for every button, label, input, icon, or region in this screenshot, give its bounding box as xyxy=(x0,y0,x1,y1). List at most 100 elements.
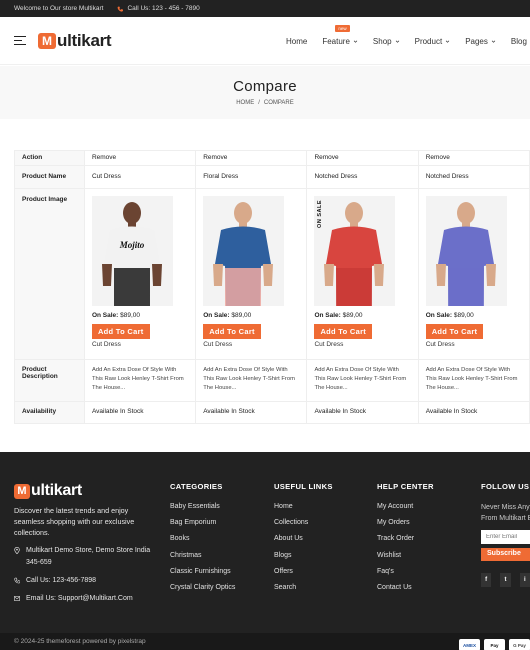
footer-help-link[interactable]: Faq's xyxy=(377,568,434,584)
remove-button[interactable]: Remove xyxy=(426,154,522,161)
product-name[interactable]: Notched Dress xyxy=(426,173,522,180)
instagram-icon[interactable]: i xyxy=(519,573,530,587)
compare-cell: Remove xyxy=(195,150,308,166)
nav-feature[interactable]: new Feature xyxy=(322,24,358,46)
remove-button[interactable]: Remove xyxy=(203,154,299,161)
footer-category-link[interactable]: Books xyxy=(170,535,235,551)
newsletter-email-input[interactable] xyxy=(481,530,530,544)
footer-useful-links: USEFUL LINKS Home Collections About Us Blog… xyxy=(274,482,333,600)
compare-table: Action Remove Remove Remove Remove Product Na… xyxy=(14,150,530,424)
product-variant: Cut Dress xyxy=(425,341,455,348)
footer-help-center: HELP CENTER My Account My Orders Track Ord… xyxy=(377,482,434,600)
add-to-cart-button[interactable]: Add To Cart xyxy=(425,324,484,339)
breadcrumb-current: COMPARE xyxy=(263,100,294,106)
remove-button[interactable]: Remove xyxy=(314,154,410,161)
footer-help-link[interactable]: My Account xyxy=(377,503,434,519)
nav-product[interactable]: Product xyxy=(415,37,451,46)
compare-cell: Add An Extra Dose Of Style With This Raw… xyxy=(417,359,530,402)
add-to-cart-wrapper: Add To Cart xyxy=(425,319,522,339)
nav-home-label: Home xyxy=(286,36,308,46)
compare-table-wrapper: Action Remove Remove Remove Remove Product Na… xyxy=(14,150,530,424)
menu-icon[interactable] xyxy=(14,35,26,46)
compare-row-availability: Availability Available In Stock Available … xyxy=(14,401,530,424)
top-bar: Welcome to Our store Multikart Call Us: … xyxy=(0,0,530,17)
footer-help-title: HELP CENTER xyxy=(377,482,434,491)
google-pay-icon: G Pay xyxy=(509,639,530,650)
footer-help-link[interactable]: My Orders xyxy=(377,519,434,535)
page-title: Compare xyxy=(233,78,297,95)
footer-useful-link[interactable]: Collections xyxy=(274,519,333,535)
footer: M ultikart Discover the latest trends an… xyxy=(0,452,530,633)
product-price: On Sale: $89,00 xyxy=(203,312,299,319)
nav-pages-label: Pages xyxy=(465,36,488,46)
product-name[interactable]: Notched Dress xyxy=(314,173,410,180)
breadcrumb-home[interactable]: HOME xyxy=(236,100,254,106)
nav-blog-label: Blog xyxy=(510,36,527,46)
compare-cell: Available In Stock xyxy=(195,401,308,424)
product-variant: Cut Dress xyxy=(314,341,344,348)
product-image[interactable]: ON SALE xyxy=(314,196,396,306)
add-to-cart-wrapper: Add To Cart xyxy=(314,319,410,339)
row-label-description: Product Description xyxy=(14,359,85,402)
top-phone-text: Call Us: 123 - 456 - 7890 xyxy=(127,5,200,12)
product-image[interactable]: Mojito xyxy=(91,196,173,306)
nav-blog[interactable]: Blog xyxy=(511,37,527,46)
add-to-cart-button[interactable]: Add To Cart xyxy=(203,324,261,339)
product-name[interactable]: Cut Dress xyxy=(92,173,188,180)
footer-address-text: Multikart Demo Store, Demo Store India 3… xyxy=(26,547,151,566)
footer-phone-text: Call Us: 123-456-7898 xyxy=(26,577,97,584)
footer-email: Email Us: Support@Multikart.Com xyxy=(14,593,133,605)
footer-logo-mark: M xyxy=(14,483,30,499)
sale-label: On Sale: xyxy=(91,312,119,319)
footer-help-link[interactable]: Track Order xyxy=(377,535,434,551)
nav-shop-label: Shop xyxy=(372,36,392,46)
footer-useful-link[interactable]: Blogs xyxy=(274,552,333,568)
product-description: Add An Extra Dose Of Style With This Raw… xyxy=(425,367,518,391)
phone-icon xyxy=(118,6,124,12)
subscribe-button[interactable]: Subscribe xyxy=(481,548,530,561)
site-logo[interactable]: M ultikart xyxy=(38,31,112,51)
nav-pages[interactable]: Pages xyxy=(465,37,496,46)
footer-useful-link[interactable]: Search xyxy=(274,584,333,600)
product-image[interactable] xyxy=(203,196,285,306)
footer-useful-link[interactable]: Home xyxy=(274,503,333,519)
footer-help-link[interactable]: Contact Us xyxy=(377,584,434,600)
twitter-icon[interactable]: t xyxy=(500,573,511,587)
footer-useful-link[interactable]: About Us xyxy=(274,535,333,551)
product-price: On Sale: $89,00 xyxy=(426,312,522,319)
footer-useful-link[interactable]: Offers xyxy=(274,568,333,584)
footer-categories-title: CATEGORIES xyxy=(170,482,223,491)
compare-cell: Add An Extra Dose Of Style With This Raw… xyxy=(83,359,197,402)
new-badge: new xyxy=(335,24,350,32)
product-image[interactable] xyxy=(425,196,507,306)
nav-home[interactable]: Home xyxy=(286,37,307,46)
footer-category-link[interactable]: Bag Emporium xyxy=(170,519,235,535)
footer-logo[interactable]: M ultikart xyxy=(14,482,82,500)
footer-category-link[interactable]: Classic Furnishings xyxy=(170,568,235,584)
footer-category-link[interactable]: Baby Essentials xyxy=(170,503,235,519)
facebook-icon[interactable]: f xyxy=(481,573,492,587)
remove-button[interactable]: Remove xyxy=(92,154,188,161)
apple-pay-icon: Pay xyxy=(484,639,505,650)
compare-cell: Mojito On Sale: $89,00 Add To Cart Cut Dres… xyxy=(83,188,197,360)
product-name[interactable]: Floral Dress xyxy=(203,173,299,180)
footer-category-link[interactable]: Crystal Clarity Optics xyxy=(170,584,235,600)
footer-help-link[interactable]: Wishlist xyxy=(377,552,434,568)
compare-cell: Available In Stock xyxy=(306,401,419,424)
row-label-image: Product Image xyxy=(14,188,85,360)
footer-follow-title: FOLLOW US xyxy=(481,482,530,491)
nav-shop[interactable]: Shop xyxy=(373,37,400,46)
top-phone: Call Us: 123 - 456 - 7890 xyxy=(117,5,200,12)
compare-cell: Cut Dress xyxy=(83,165,197,189)
add-to-cart-button[interactable]: Add To Cart xyxy=(91,324,150,339)
chevron-down-icon xyxy=(491,40,496,43)
nav-product-label: Product xyxy=(414,36,443,46)
product-availability: Available In Stock xyxy=(314,408,366,415)
compare-cell: ON SALE On Sale: $89,00 Add To Cart Cut Dre… xyxy=(306,188,419,360)
footer-category-link[interactable]: Christmas xyxy=(170,552,235,568)
compare-cell: Notched Dress xyxy=(306,165,419,189)
logo-mark: M xyxy=(38,32,56,49)
footer-bottom-bar: © 2024-25 themeforest powered by pixelst… xyxy=(0,633,530,650)
sale-label: On Sale: xyxy=(314,312,341,319)
add-to-cart-button[interactable]: Add To Cart xyxy=(314,324,373,339)
